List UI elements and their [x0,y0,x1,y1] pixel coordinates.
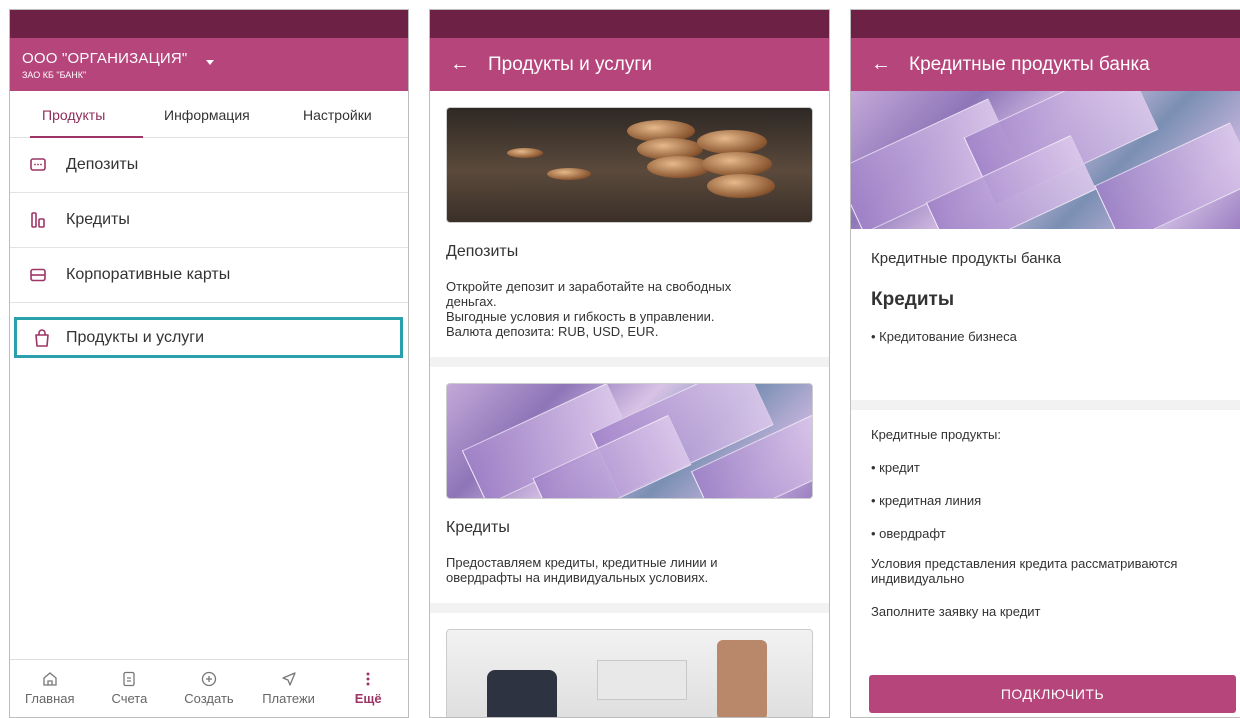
section-heading: Кредиты [871,289,955,310]
coins-image [446,107,813,223]
nav-payments[interactable]: Платежи [249,660,329,717]
nav-label: Главная [25,691,75,706]
bank-name: ЗАО КБ "БАНК" [22,70,87,80]
bag-icon [17,328,66,348]
screen-products-menu: ООО "ОРГАНИЗАЦИЯ" ЗАО КБ "БАНК" Продукты… [9,9,409,718]
card-description: Откройте депозит и заработайте на свобод… [446,279,732,339]
connect-button[interactable]: ПОДКЛЮЧИТЬ [869,675,1236,713]
product-card-third[interactable] [430,613,829,717]
menu-item-corporate-cards[interactable]: Корпоративные карты [10,248,408,303]
back-arrow-icon[interactable]: ← [430,53,488,76]
nav-label: Платежи [262,691,315,706]
app-bar: ← Продукты и услуги [430,38,829,91]
status-bar [851,10,1240,38]
screen-credit-products: ← Кредитные продукты банка Кредитные про… [850,9,1240,718]
app-bar: ← Кредитные продукты банка [851,38,1240,91]
list-item: • Кредитование бизнеса [871,329,1017,344]
credit-icon [10,211,66,229]
nav-home[interactable]: Главная [10,660,90,717]
menu-item-label: Корпоративные карты [66,266,231,283]
nav-create[interactable]: Создать [169,660,249,717]
list-item: • кредит [871,460,920,475]
more-icon [360,671,376,691]
menu-item-label: Депозиты [66,156,139,173]
org-header[interactable]: ООО "ОРГАНИЗАЦИЯ" ЗАО КБ "БАНК" [10,38,408,91]
list-item: • овердрафт [871,526,946,541]
conditions-text: Условия представления кредита рассматрив… [871,556,1178,586]
banknotes-image [446,383,813,499]
list-item: • кредитная линия [871,493,982,508]
menu-item-products-services[interactable]: Продукты и услуги [14,317,403,358]
card-icon [10,266,66,284]
nav-label: Ещё [354,691,382,706]
card-title: Депозиты [446,243,519,260]
page-title: Продукты и услуги [488,53,652,75]
bottom-navigation: Главная Счета Создать Платежи Ещё [10,659,408,717]
divider [430,603,829,613]
products-label: Кредитные продукты: [871,427,1001,442]
page-title: Кредитные продукты банка [909,53,1150,75]
nav-label: Создать [184,691,234,706]
org-selector[interactable]: ООО "ОРГАНИЗАЦИЯ" ЗАО КБ "БАНК" [10,38,408,91]
menu-item-label: Продукты и услуги [66,328,205,346]
product-card-credits[interactable]: Кредиты Предоставляем кредиты, кредитные… [430,367,829,603]
deposit-icon [10,156,66,174]
office-image [446,629,813,717]
home-icon [42,671,58,691]
menu-item-credits[interactable]: Кредиты [10,193,408,248]
banknotes-hero-image [851,91,1240,229]
divider [851,400,1240,410]
chevron-down-icon[interactable] [206,60,214,65]
card-description: Предоставляем кредиты, кредитные линии и… [446,555,718,585]
back-arrow-icon[interactable]: ← [851,53,909,76]
nav-accounts[interactable]: Счета [90,660,170,717]
credit-summary: Кредитные продукты банка Кредиты • Креди… [851,250,1240,344]
tab-bar: Продукты Информация Настройки [10,91,408,138]
credit-details: Кредитные продукты: • кредит • кредитная… [851,427,1240,619]
status-bar [430,10,829,38]
menu-item-label: Кредиты [66,211,130,228]
section-subtitle: Кредитные продукты банка [871,250,1062,267]
tab-settings[interactable]: Настройки [303,107,372,123]
plus-circle-icon [201,671,217,691]
document-icon [121,671,137,691]
divider [430,357,829,367]
apply-text: Заполните заявку на кредит [871,604,1041,619]
nav-more[interactable]: Ещё [328,660,408,717]
org-name: ООО "ОРГАНИЗАЦИЯ" [22,50,188,67]
tab-products[interactable]: Продукты [42,107,105,123]
status-bar [10,10,408,38]
menu-item-deposits[interactable]: Депозиты [10,138,408,193]
screen-products-services: ← Продукты и услуги Депозиты Откройте де… [429,9,830,718]
nav-label: Счета [111,691,148,706]
card-title: Кредиты [446,519,510,536]
product-card-deposits[interactable]: Депозиты Откройте депозит и заработайте … [430,91,829,357]
tab-information[interactable]: Информация [164,107,250,123]
send-icon [281,671,297,691]
